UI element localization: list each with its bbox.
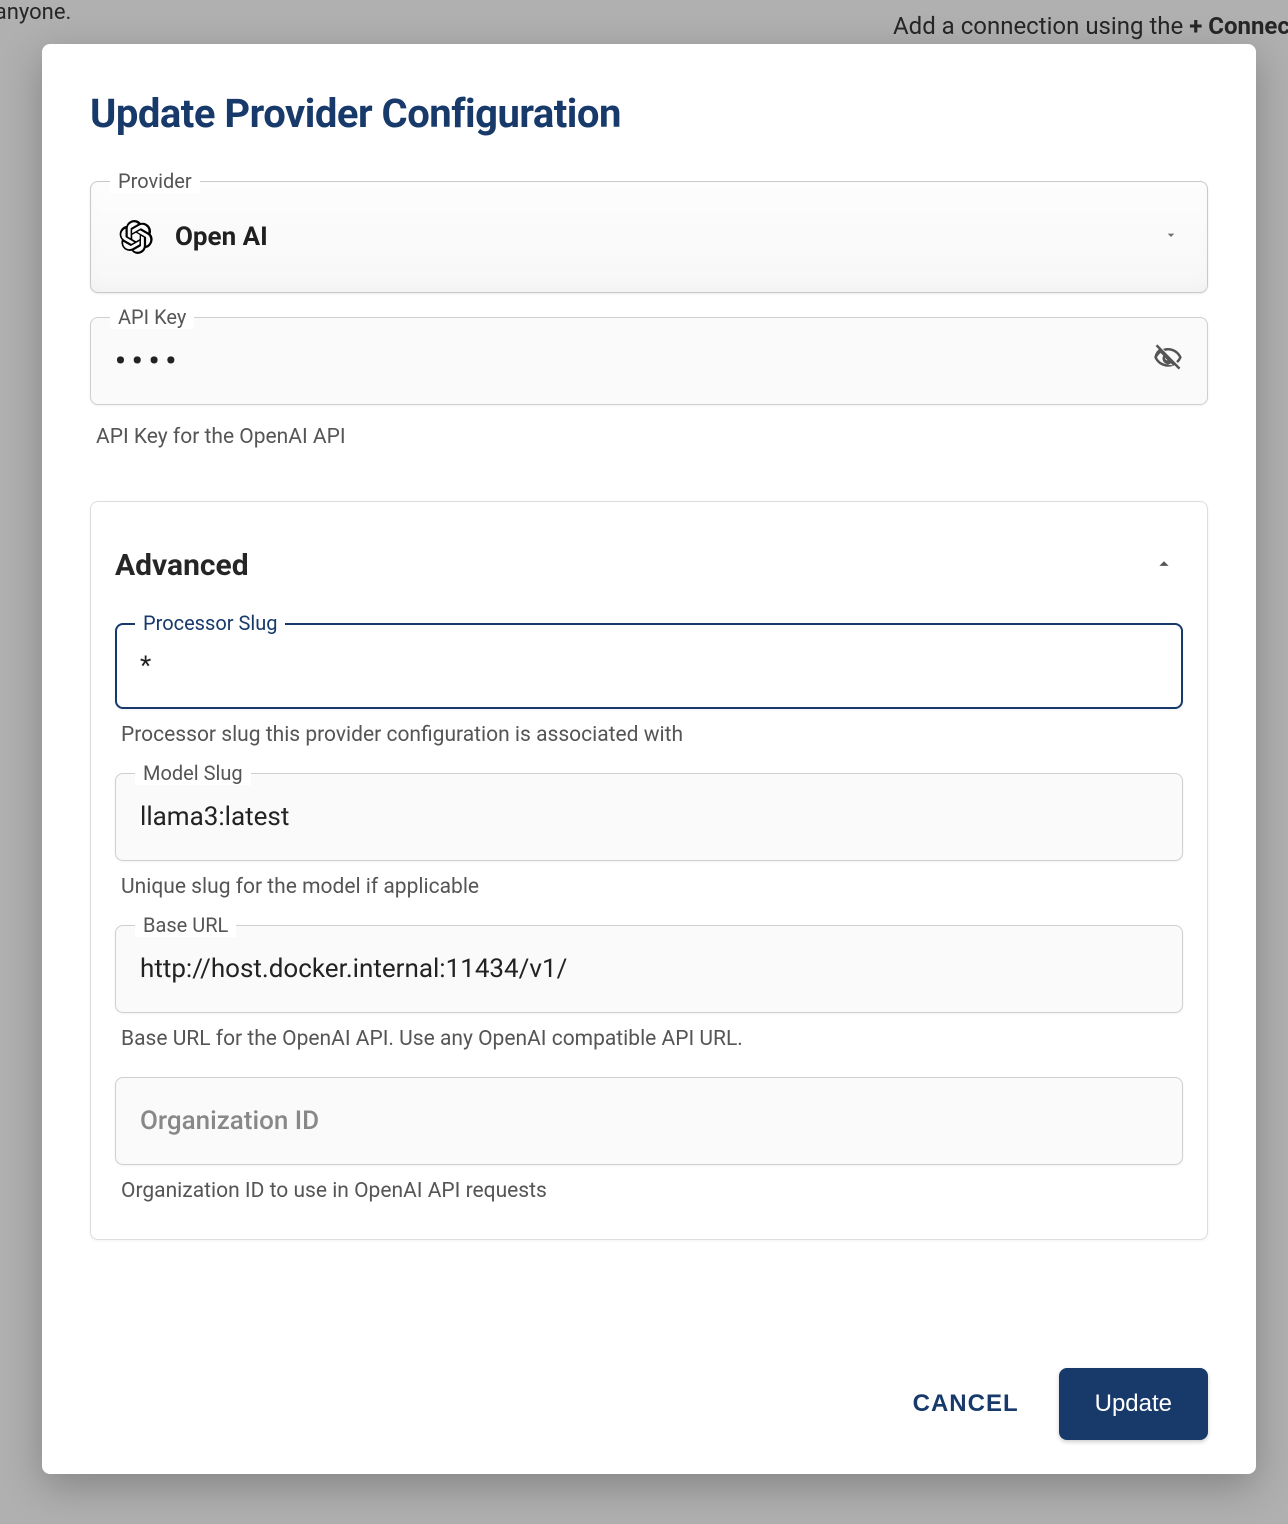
base-url-input-wrap	[115, 925, 1183, 1013]
advanced-body: Processor Slug Processor slug this provi…	[115, 623, 1183, 1203]
api-key-label: API Key	[110, 305, 194, 329]
modal-footer: CANCEL Update	[90, 1328, 1208, 1440]
advanced-title: Advanced	[115, 548, 249, 583]
model-slug-input-wrap	[115, 773, 1183, 861]
organization-id-input[interactable]	[140, 1106, 1158, 1136]
api-key-input[interactable]	[115, 344, 1141, 379]
processor-slug-field: Processor Slug	[115, 623, 1183, 709]
api-key-helper: API Key for the OpenAI API	[96, 425, 1208, 449]
model-slug-label: Model Slug	[135, 761, 251, 785]
provider-select[interactable]: Open AI	[90, 181, 1208, 293]
visibility-off-icon[interactable]	[1153, 343, 1183, 380]
modal-title: Update Provider Configuration	[90, 90, 1208, 137]
base-url-label: Base URL	[135, 913, 236, 937]
chevron-up-icon	[1153, 553, 1175, 579]
model-slug-field: Model Slug	[115, 773, 1183, 861]
cancel-button[interactable]: CANCEL	[901, 1374, 1031, 1434]
processor-slug-helper: Processor slug this provider configurati…	[121, 723, 1183, 747]
dropdown-caret-icon	[1163, 227, 1179, 247]
organization-id-field	[115, 1077, 1183, 1165]
base-url-input[interactable]	[140, 954, 1158, 984]
provider-field: Provider Open AI	[90, 181, 1208, 293]
advanced-panel: Advanced Processor Slug Processor slug t…	[90, 501, 1208, 1240]
processor-slug-input-wrap	[115, 623, 1183, 709]
advanced-toggle[interactable]: Advanced	[115, 502, 1183, 623]
model-slug-input[interactable]	[140, 802, 1158, 832]
api-key-input-wrap	[90, 317, 1208, 405]
provider-label: Provider	[110, 169, 200, 193]
processor-slug-label: Processor Slug	[135, 611, 285, 635]
organization-id-input-wrap	[115, 1077, 1183, 1165]
provider-selected-value: Open AI	[175, 222, 1163, 252]
model-slug-helper: Unique slug for the model if applicable	[121, 875, 1183, 899]
update-provider-modal: Update Provider Configuration Provider O…	[42, 44, 1256, 1474]
base-url-field: Base URL	[115, 925, 1183, 1013]
openai-icon	[119, 220, 153, 254]
api-key-field: API Key	[90, 317, 1208, 405]
processor-slug-input[interactable]	[140, 651, 1158, 681]
base-url-helper: Base URL for the OpenAI API. Use any Ope…	[121, 1027, 1183, 1051]
organization-id-helper: Organization ID to use in OpenAI API req…	[121, 1179, 1183, 1203]
update-button[interactable]: Update	[1059, 1368, 1208, 1440]
